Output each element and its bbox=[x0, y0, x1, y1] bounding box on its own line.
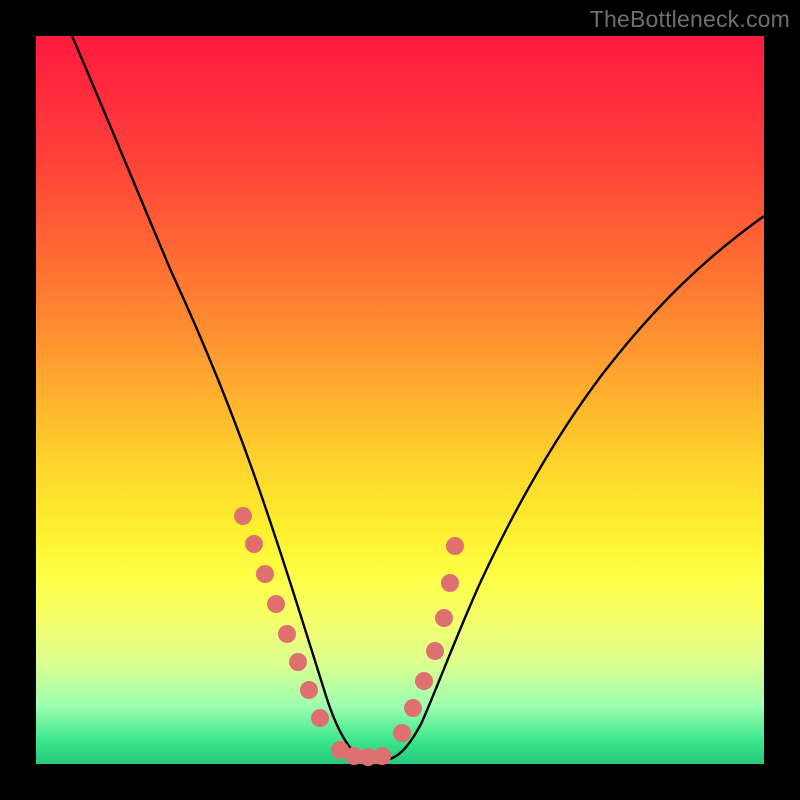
marker-cluster-right bbox=[393, 537, 464, 742]
marker-dot bbox=[300, 681, 318, 699]
marker-dot bbox=[234, 507, 252, 525]
marker-dot bbox=[267, 595, 285, 613]
marker-dot bbox=[435, 609, 453, 627]
marker-dot bbox=[278, 625, 296, 643]
marker-dot bbox=[245, 535, 263, 553]
bottleneck-curve bbox=[72, 36, 764, 761]
chart-frame: TheBottleneck.com bbox=[0, 0, 800, 800]
curve-layer bbox=[36, 36, 764, 764]
marker-dot bbox=[373, 747, 391, 765]
marker-dot bbox=[426, 642, 444, 660]
watermark-text: TheBottleneck.com bbox=[590, 6, 790, 33]
marker-dot bbox=[393, 724, 411, 742]
marker-dot bbox=[256, 565, 274, 583]
marker-cluster-bottom bbox=[331, 741, 391, 766]
marker-dot bbox=[446, 537, 464, 555]
marker-cluster-left bbox=[234, 507, 329, 727]
marker-dot bbox=[415, 672, 433, 690]
marker-dot bbox=[289, 653, 307, 671]
plot-area bbox=[36, 36, 764, 764]
marker-dot bbox=[311, 709, 329, 727]
marker-dot bbox=[441, 574, 459, 592]
marker-dot bbox=[404, 699, 422, 717]
